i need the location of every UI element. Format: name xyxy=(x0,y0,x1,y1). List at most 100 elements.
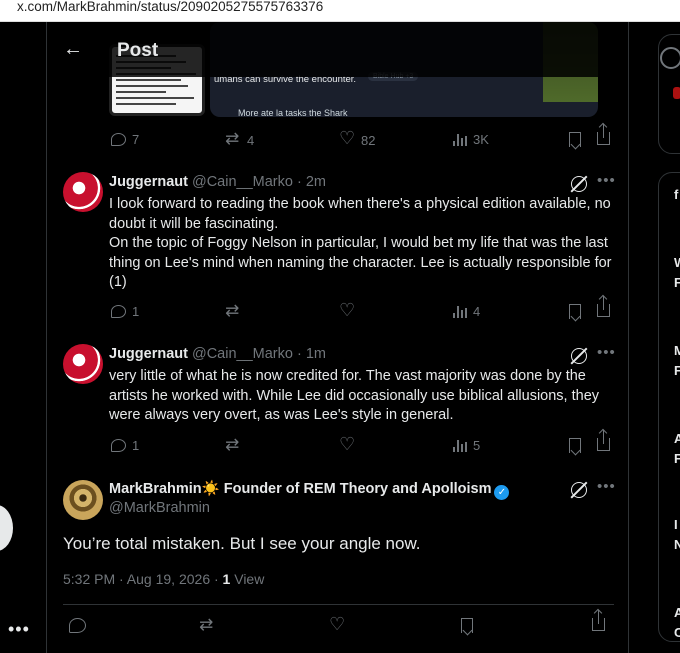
grok-icon[interactable] xyxy=(571,176,587,192)
reply-button[interactable]: 1 xyxy=(111,304,139,319)
trend-item[interactable]: N xyxy=(674,537,680,552)
trends-panel: f W F M F A F I N A C xyxy=(658,172,680,642)
grok-icon[interactable] xyxy=(571,348,587,364)
trend-item[interactable]: M xyxy=(674,343,680,358)
avatar[interactable] xyxy=(63,172,103,212)
heart-icon xyxy=(339,300,355,321)
search-box[interactable] xyxy=(658,34,680,154)
repost-icon xyxy=(225,129,241,149)
browser-url-bar[interactable]: x.com/MarkBrahmin/status/209020527557576… xyxy=(0,0,680,22)
author-name[interactable]: Juggernaut xyxy=(109,174,188,190)
search-icon xyxy=(660,47,680,69)
trend-item[interactable]: A xyxy=(674,431,680,446)
more-icon[interactable]: ••• xyxy=(597,172,616,189)
views-icon xyxy=(453,305,467,318)
main-tweet-actions xyxy=(47,610,628,642)
main-tweet-text: You’re total mistaken. But I see your an… xyxy=(63,534,421,553)
trend-item[interactable]: W xyxy=(674,255,680,270)
author-name[interactable]: Juggernaut xyxy=(109,346,188,362)
share-button[interactable] xyxy=(597,124,610,145)
repost-button[interactable] xyxy=(225,301,241,321)
share-button[interactable] xyxy=(597,430,610,451)
left-nav: ••• xyxy=(0,22,46,653)
views-button[interactable]: 5 xyxy=(453,438,480,453)
divider xyxy=(63,604,614,605)
like-button[interactable]: 82 xyxy=(339,128,376,149)
bookmark-button[interactable] xyxy=(461,618,473,638)
views-button[interactable]: 3K xyxy=(453,132,489,147)
bookmark-icon xyxy=(461,618,473,633)
tweet-meta: 5:32 PM · Aug 19, 2026 · 1 View xyxy=(63,571,264,587)
repost-button[interactable] xyxy=(199,615,215,639)
like-button[interactable] xyxy=(329,614,345,639)
like-button[interactable] xyxy=(339,434,355,455)
like-button[interactable] xyxy=(339,300,355,321)
post-button-partial[interactable] xyxy=(0,505,13,551)
reply-button[interactable]: 7 xyxy=(111,132,139,147)
views-button[interactable]: 4 xyxy=(453,304,480,319)
tweet-text: I look forward to reading the book when … xyxy=(109,196,612,290)
arrow-left-icon[interactable]: ← xyxy=(63,38,83,61)
reply-button[interactable] xyxy=(69,618,86,638)
bookmark-icon xyxy=(569,304,581,319)
reply-icon xyxy=(111,305,126,318)
avatar[interactable] xyxy=(63,480,103,520)
tweet-header: MarkBrahmin☀️ Founder of REM Theory and … xyxy=(109,480,510,500)
reply-icon xyxy=(111,439,126,452)
bookmark-button[interactable] xyxy=(569,132,581,147)
reply-button[interactable]: 1 xyxy=(111,438,139,453)
grok-icon[interactable] xyxy=(571,482,587,498)
views-icon xyxy=(453,439,467,452)
trend-item[interactable]: A xyxy=(674,605,680,620)
author-handle[interactable]: @Cain__Marko xyxy=(192,174,293,190)
author-name[interactable]: MarkBrahmin xyxy=(109,481,202,497)
tweet-actions: 1 4 xyxy=(111,296,611,324)
more-options-icon[interactable]: ••• xyxy=(8,619,30,640)
url-text[interactable]: x.com/MarkBrahmin/status/209020527557576… xyxy=(17,0,323,14)
trend-item[interactable]: F xyxy=(674,275,680,290)
author-handle[interactable]: @Cain__Marko xyxy=(192,346,293,362)
share-button[interactable] xyxy=(597,296,610,317)
bookmark-icon xyxy=(569,438,581,453)
tweet-time[interactable]: · 2m xyxy=(297,174,326,190)
trend-item[interactable]: C xyxy=(674,625,680,640)
views-count: 5 xyxy=(473,438,481,453)
trend-item[interactable]: F xyxy=(674,451,680,466)
repost-button[interactable] xyxy=(225,435,241,455)
heart-icon xyxy=(339,434,355,455)
prev-tweet-actions: 7 4 82 3K xyxy=(111,124,611,152)
views-icon xyxy=(453,133,467,146)
views-count: 4 xyxy=(473,304,481,319)
repost-count: 4 xyxy=(247,132,255,148)
tweet-header: Juggernaut @Cain__Marko · 1m xyxy=(109,346,326,366)
author-handle[interactable]: @MarkBrahmin xyxy=(109,500,210,516)
panel-heading-partial: f xyxy=(674,187,679,202)
author-title[interactable]: Founder of REM Theory and Apolloism xyxy=(224,481,492,497)
tweet-header: Juggernaut @Cain__Marko · 2m xyxy=(109,174,326,194)
page-title: Post xyxy=(117,40,159,61)
bookmark-button[interactable] xyxy=(569,304,581,319)
bookmark-icon xyxy=(569,132,581,147)
main-column: umans can survive the encounter. Bible H… xyxy=(46,22,629,653)
reply-count: 7 xyxy=(132,132,140,147)
more-icon[interactable]: ••• xyxy=(597,344,616,361)
like-count: 82 xyxy=(361,132,376,148)
bookmark-button[interactable] xyxy=(569,438,581,453)
sun-emoji-icon: ☀️ xyxy=(201,481,220,497)
repost-icon xyxy=(199,615,215,635)
post-header: ← Post xyxy=(47,22,628,77)
repost-icon xyxy=(225,301,241,321)
views-count: 3K xyxy=(473,132,489,147)
more-icon[interactable]: ••• xyxy=(597,478,616,495)
tweet-timestamp[interactable]: 5:32 PM · Aug 19, 2026 · xyxy=(63,571,223,587)
tweet-time[interactable]: · 1m xyxy=(297,346,326,362)
trend-item[interactable]: F xyxy=(674,363,680,378)
reply-count: 1 xyxy=(132,438,140,453)
reply-icon xyxy=(111,133,126,146)
avatar[interactable] xyxy=(63,344,103,384)
reply-icon xyxy=(69,618,86,633)
share-icon xyxy=(592,610,605,631)
repost-button[interactable]: 4 xyxy=(225,129,255,149)
share-button[interactable] xyxy=(592,610,605,636)
trend-item[interactable]: I xyxy=(674,517,678,532)
